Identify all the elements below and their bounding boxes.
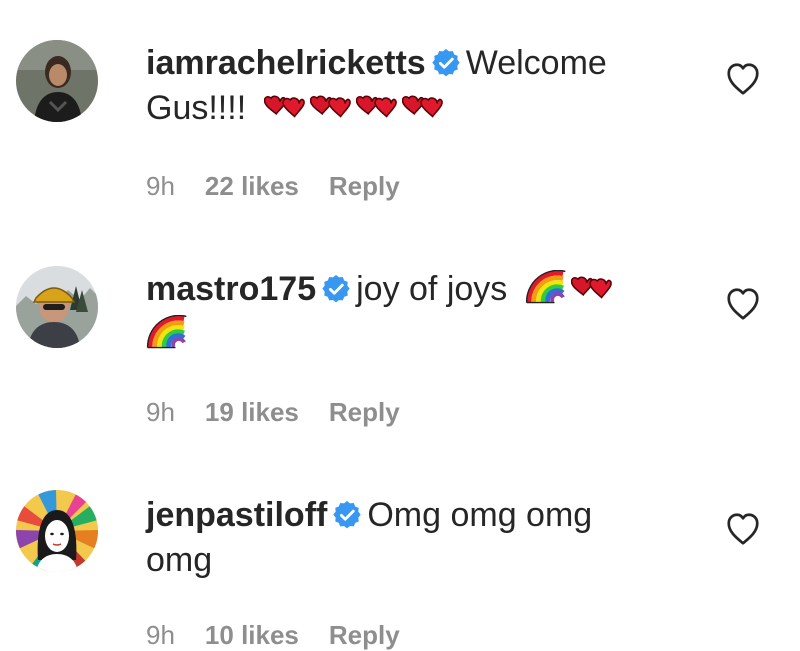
comment-text: Welcome: [465, 44, 607, 82]
comment-body: mastro175 joy of joys: [146, 267, 706, 357]
avatar[interactable]: [16, 490, 98, 572]
like-heart-icon[interactable]: [724, 510, 762, 548]
comment-time: 9h: [146, 397, 175, 427]
two-hearts-icon: [356, 89, 398, 123]
rainbow-icon: [525, 270, 567, 304]
reply-button[interactable]: Reply: [329, 620, 400, 650]
rainbow-icon: [146, 315, 188, 349]
comment-username[interactable]: jenpastiloff: [146, 496, 327, 534]
verified-badge-icon: [333, 501, 361, 529]
verified-badge-icon: [322, 275, 350, 303]
comment-meta: 9h 10 likes Reply: [146, 620, 400, 651]
comment-username[interactable]: iamrachelricketts: [146, 44, 426, 82]
comment-likes[interactable]: 10 likes: [205, 620, 299, 650]
like-heart-icon[interactable]: [724, 285, 762, 323]
avatar[interactable]: [16, 40, 98, 122]
comment-body: iamrachelricketts Welcome Gus!!!!: [146, 41, 706, 131]
two-hearts-icon: [264, 89, 306, 123]
comment-text: Gus!!!!: [146, 89, 247, 127]
verified-badge-icon: [432, 49, 460, 77]
comment-time: 9h: [146, 620, 175, 650]
avatar[interactable]: [16, 266, 98, 348]
reply-button[interactable]: Reply: [329, 171, 400, 201]
comment-time: 9h: [146, 171, 175, 201]
two-hearts-icon: [571, 270, 613, 304]
comment-username[interactable]: mastro175: [146, 270, 316, 308]
comment-likes[interactable]: 19 likes: [205, 397, 299, 427]
two-hearts-icon: [310, 89, 352, 123]
reply-button[interactable]: Reply: [329, 397, 400, 427]
like-heart-icon[interactable]: [724, 60, 762, 98]
comment-text: Omg omg omg: [367, 496, 593, 534]
comment-meta: 9h 19 likes Reply: [146, 397, 400, 428]
two-hearts-icon: [402, 89, 444, 123]
comment-text: omg: [146, 541, 213, 579]
comment-body: jenpastiloff Omg omg omg omg: [146, 493, 706, 583]
comment-likes[interactable]: 22 likes: [205, 171, 299, 201]
comment-text: joy of joys: [356, 270, 508, 308]
comment-meta: 9h 22 likes Reply: [146, 171, 400, 202]
